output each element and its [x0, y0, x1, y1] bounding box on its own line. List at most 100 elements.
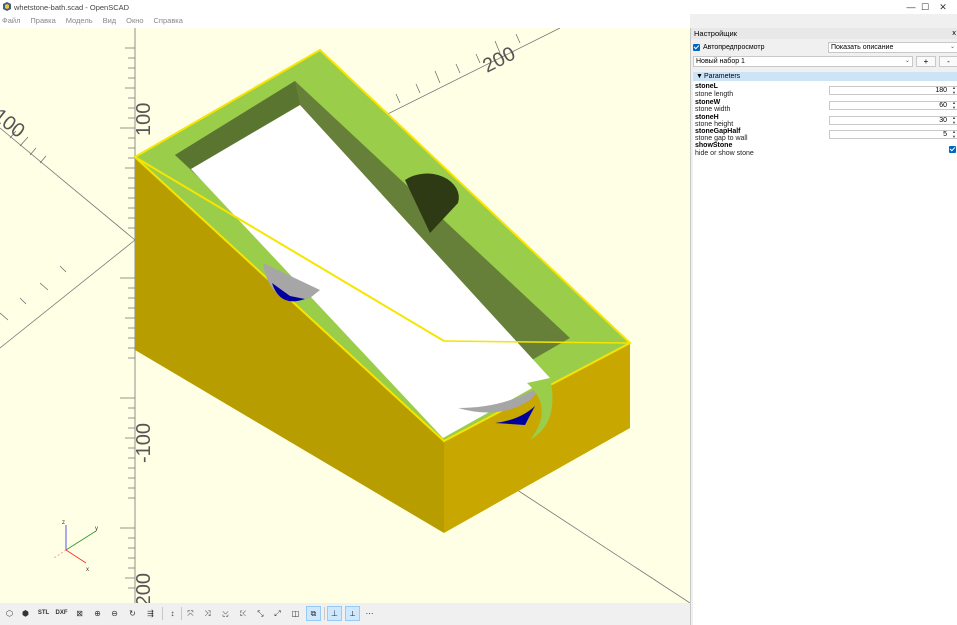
preview-button[interactable]: ⬡ — [2, 606, 17, 621]
add-preset-button[interactable]: + — [916, 56, 936, 67]
zoom-out-icon: ⊖ — [111, 609, 118, 618]
gizmo-x-label: x — [86, 567, 89, 573]
view-bottom-button[interactable]: ⤧ — [183, 606, 198, 621]
view-diagonal-button[interactable]: ⤡ — [253, 606, 268, 621]
parameters-group: ▼ Parameters stoneL stone length 180 ▲ ▼ … — [693, 72, 957, 625]
view-toolbar: ⬡ ⬢ STL DXF ⊠ ⊕ ⊖ ↻ ⇶ ↕ ⤧ ⤨ ⤩ ⤪ ⤡ ⤢ ◫ ⧉ … — [0, 603, 690, 625]
crosshairs-icon: ⋯ — [365, 609, 374, 618]
stoneW-value: 60 — [939, 102, 947, 109]
menu-edit[interactable]: Правка — [30, 14, 55, 28]
menu-window[interactable]: Окно — [126, 14, 143, 28]
whetstone-bath-model — [133, 48, 632, 533]
stl-icon: STL — [37, 610, 50, 616]
showStone-checkbox[interactable] — [949, 146, 956, 153]
zoom-all-icon: ⊠ — [76, 609, 83, 618]
zoom-out-button[interactable]: ⊖ — [107, 606, 122, 621]
cube-render-icon: ⬢ — [22, 609, 29, 618]
zoom-in-button[interactable]: ⊕ — [90, 606, 105, 621]
menu-help[interactable]: Справка — [154, 14, 183, 28]
axis-label-minus-200: -200 — [133, 573, 155, 603]
show-crosshairs-button[interactable]: ⋯ — [362, 606, 377, 621]
auto-preview-label: Автопредпросмотр — [703, 44, 765, 51]
param-name-stoneGapHalf: stoneGapHalf — [695, 128, 741, 135]
gizmo-z-label: z — [62, 520, 65, 526]
customizer-panel: Настройщик x Автопредпросмотр Показать о… — [690, 28, 957, 625]
orthogonal-button[interactable]: ◫ — [288, 606, 303, 621]
axis-gizmo: z y x — [53, 520, 98, 573]
preset-select[interactable]: Новый набор 1 ⌄ — [693, 56, 913, 67]
customizer-title: Настройщик — [694, 29, 737, 38]
show-edges-button[interactable]: ⟂ — [345, 606, 360, 621]
openscad-window: whetstone-bath.scad - OpenSCAD — ☐ ✕ Фай… — [0, 0, 957, 625]
reset-view-button[interactable]: ↻ — [125, 606, 140, 621]
customizer-close-button[interactable]: x — [952, 28, 956, 37]
model-render: 200 100 100 -100 -200 z y x — [0, 28, 690, 603]
title-bar: whetstone-bath.scad - OpenSCAD — ☐ ✕ — [0, 0, 957, 14]
view-left-icon: ⤨ — [204, 609, 211, 618]
toolbar-separator — [324, 607, 325, 620]
orthogonal-icon: ◫ — [291, 609, 300, 618]
stoneGapHalf-value: 5 — [943, 131, 947, 138]
view-left-button[interactable]: ⤨ — [200, 606, 215, 621]
stoneW-input[interactable]: 60 ▲ ▼ — [829, 100, 957, 110]
stoneGapHalf-input[interactable]: 5 ▲ ▼ — [829, 129, 957, 139]
view-right-button[interactable]: ⇶ — [143, 606, 158, 621]
view-all-button[interactable]: ⊠ — [72, 606, 87, 621]
axis-label-100: 100 — [133, 103, 155, 136]
param-name-stoneW: stoneW — [695, 99, 721, 106]
param-desc-stoneL: stone length — [695, 91, 734, 98]
cube-preview-icon: ⬡ — [6, 609, 13, 618]
menu-design[interactable]: Модель — [66, 14, 93, 28]
zoom-in-icon: ⊕ — [94, 609, 101, 618]
menu-file[interactable]: Файл — [2, 14, 20, 28]
spin-arrows-icon[interactable]: ▲ ▼ — [952, 115, 956, 125]
dxf-icon: DXF — [55, 610, 68, 616]
axis-label-minus-100: -100 — [133, 423, 155, 463]
axis-label-100-left: 100 — [0, 105, 29, 143]
view-back-button[interactable]: ⤪ — [236, 606, 251, 621]
stoneL-input[interactable]: 180 ▲ ▼ — [829, 85, 957, 95]
axis-label-200: 200 — [479, 43, 519, 78]
axes-icon: ⧉ — [310, 609, 317, 618]
spin-arrows-icon[interactable]: ▲ ▼ — [952, 100, 956, 110]
customizer-header: Настройщик x — [691, 28, 957, 39]
toolbar-separator — [162, 607, 163, 620]
perspective-button[interactable]: ⤢ — [270, 606, 285, 621]
menu-view[interactable]: Вид — [103, 14, 117, 28]
export-dxf-button[interactable]: DXF — [54, 606, 69, 621]
show-axes-button[interactable]: ⧉ — [306, 606, 321, 621]
param-name-stoneL: stoneL — [695, 83, 718, 90]
3d-viewport[interactable]: 200 100 100 -100 -200 z y x — [0, 28, 690, 603]
window-title: whetstone-bath.scad - OpenSCAD — [14, 3, 130, 12]
view-bottom-icon: ⤧ — [187, 609, 194, 618]
stoneH-input[interactable]: 30 ▲ ▼ — [829, 115, 957, 125]
chevron-down-icon: ⌄ — [904, 58, 910, 64]
param-name-showStone: showStone — [695, 142, 733, 149]
auto-preview-checkbox[interactable] — [693, 44, 700, 51]
view-top-button[interactable]: ↕ — [165, 606, 180, 621]
close-window-button[interactable]: ✕ — [929, 1, 957, 13]
param-name-stoneH: stoneH — [695, 114, 719, 121]
remove-preset-button[interactable]: - — [939, 56, 957, 67]
openscad-logo-icon — [3, 2, 11, 11]
param-desc-showStone: hide or show stone — [695, 150, 754, 157]
chevron-down-icon: ⌄ — [949, 44, 955, 50]
param-desc-stoneGapHalf: stone gap to wall — [695, 135, 748, 142]
export-stl-button[interactable]: STL — [36, 606, 51, 621]
perspective-icon: ⤢ — [274, 609, 281, 618]
scale-markers-icon: ⊥ — [331, 609, 338, 618]
parameters-group-header[interactable]: ▼ Parameters — [693, 72, 957, 81]
render-button[interactable]: ⬢ — [18, 606, 33, 621]
description-mode-value: Показать описание — [831, 44, 894, 51]
stoneL-value: 180 — [935, 87, 947, 94]
spin-arrows-icon[interactable]: ▲ ▼ — [952, 129, 956, 139]
reset-view-icon: ↻ — [129, 609, 136, 618]
show-scale-button[interactable]: ⊥ — [327, 606, 342, 621]
collapse-triangle-icon: ▼ — [696, 73, 703, 80]
spin-arrows-icon[interactable]: ▲ ▼ — [952, 85, 956, 95]
description-mode-select[interactable]: Показать описание ⌄ — [828, 42, 957, 53]
parameters-group-label: Parameters — [704, 73, 741, 80]
toolbar-separator — [181, 607, 182, 620]
edges-icon: ⟂ — [349, 609, 356, 618]
view-front-button[interactable]: ⤩ — [218, 606, 233, 621]
